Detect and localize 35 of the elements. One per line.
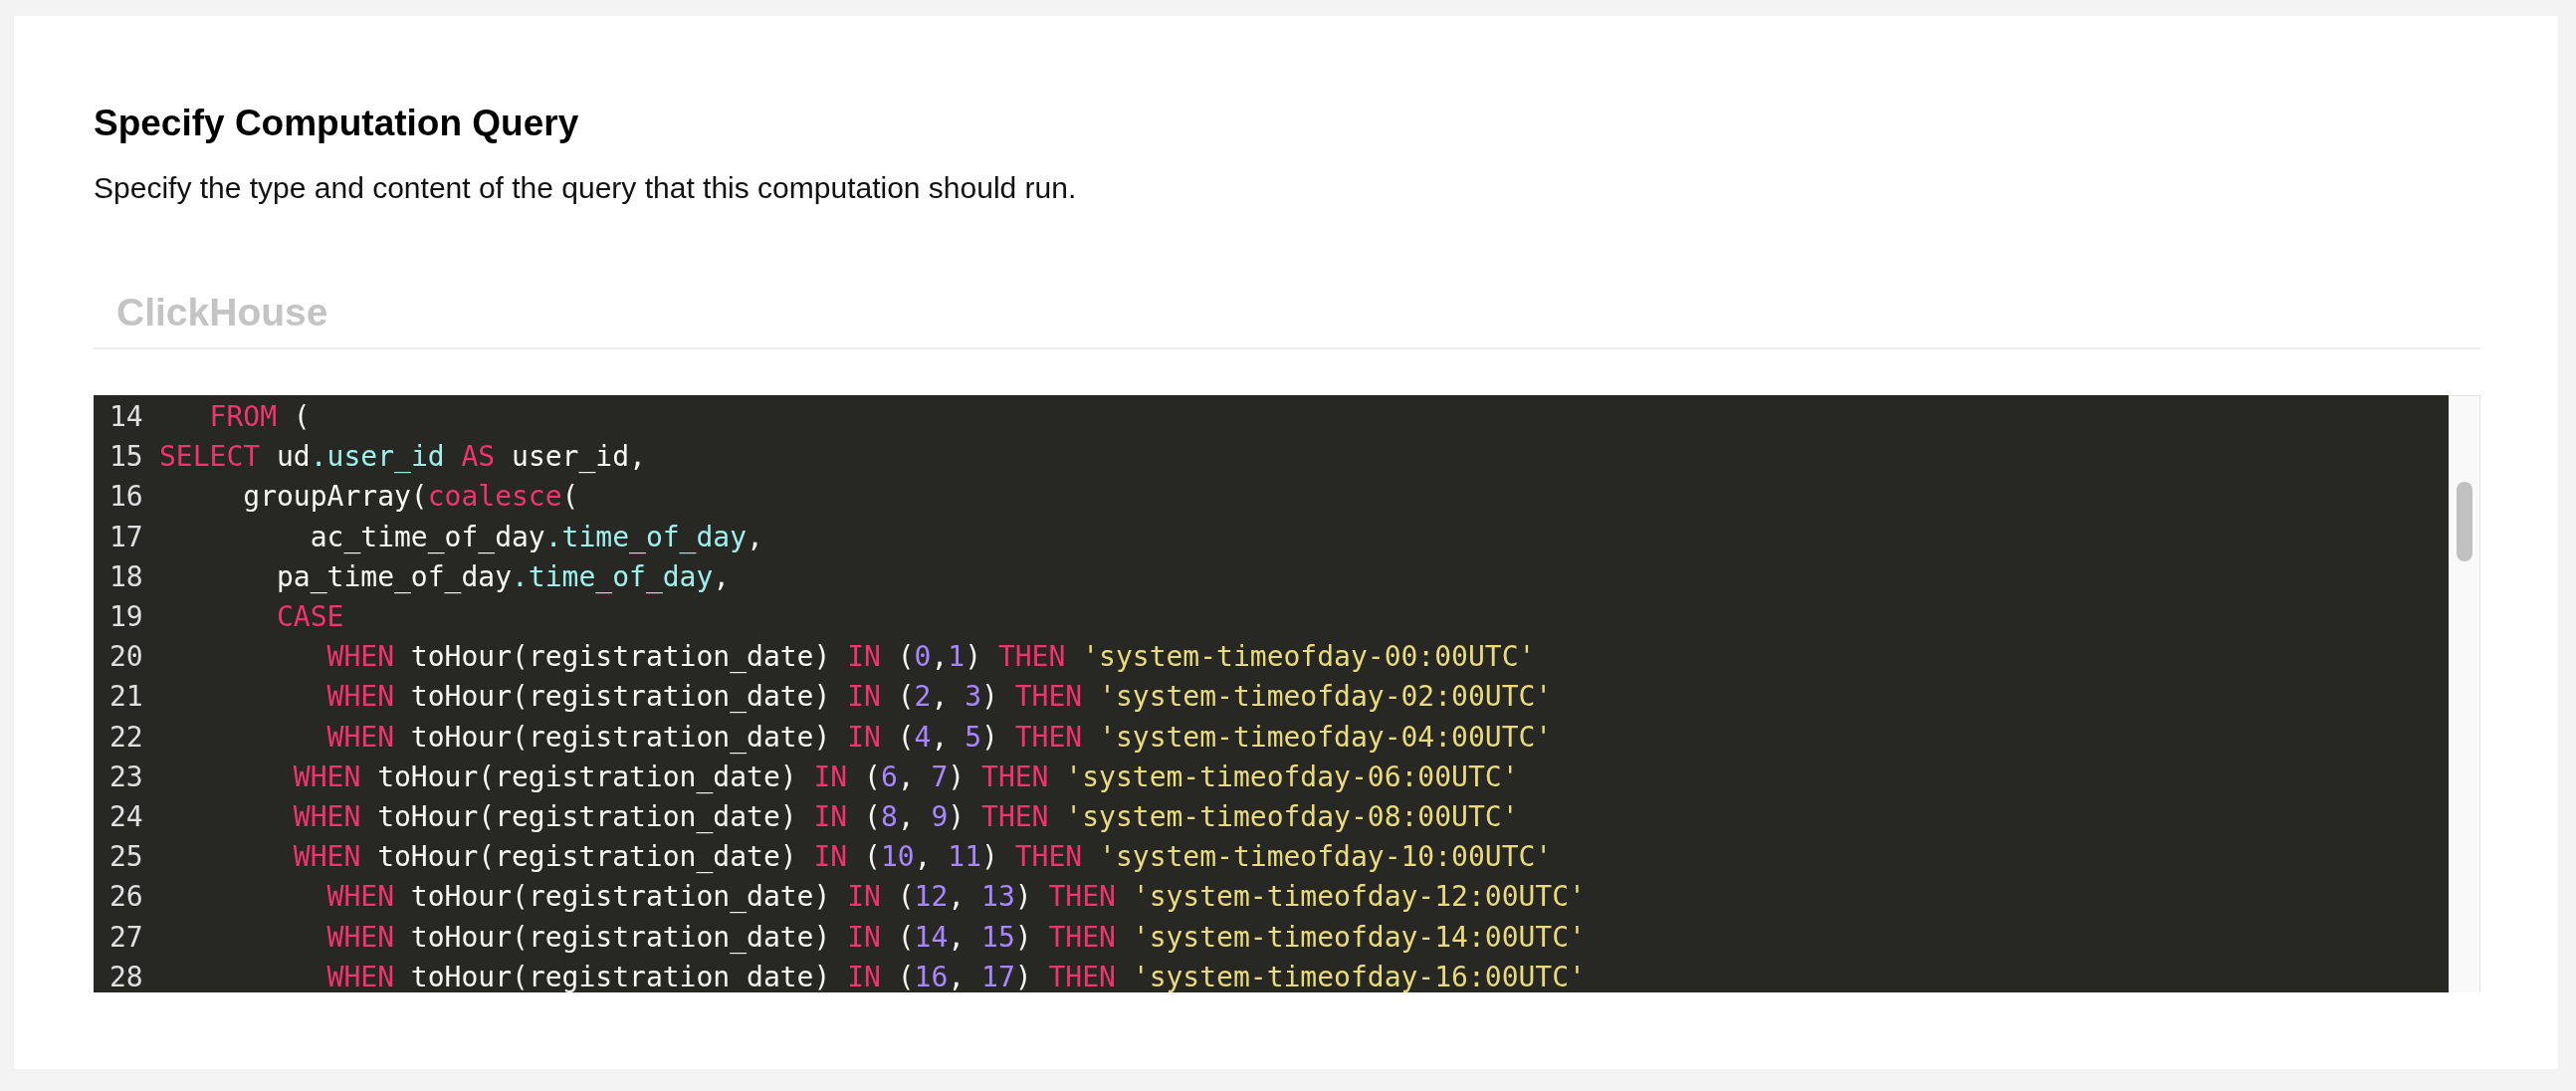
page-description: Specify the type and content of the query that this computation should run. [94,170,1077,206]
code-line: ac_time_of_day.time_of_day, [309,519,763,555]
line-number: 19 [108,599,144,635]
code-line: WHEN toHour(registration_date) IN (6, 7) THEN 'system-timeofday-06:00UTC' [292,759,1519,795]
code-line: WHEN toHour(registration_date) IN (12, 13) THEN 'system-timeofday-12:00UTC' [325,879,1586,916]
code-line: groupArray(coalesce( [242,479,579,516]
code-line: FROM ( [208,399,311,435]
tab[interactable]: ClickHouse [94,290,351,347]
code-line: pa_time_of_day.time_of_day, [276,558,731,595]
line-number: 26 [108,879,144,916]
code-line: WHEN toHour(registration_date) IN (4, 5) THEN 'system-timeofday-04:00UTC' [325,719,1553,756]
line-number: 28 [108,959,144,992]
line-number: 16 [108,479,144,516]
line-number: 23 [108,759,144,795]
line-number: 15 [108,439,144,476]
code-editor[interactable] [94,395,2449,992]
code-line: SELECT ud.user_id AS user_id, [159,439,646,476]
code-line: WHEN toHour(registration_date) IN (0,1) THEN 'system-timeofday-00:00UTC' [325,639,1536,676]
line-number: 22 [108,719,144,756]
scrollbar-thumb[interactable] [2456,482,2472,561]
code-line: WHEN toHour(registration_date) IN (16, 17) THEN 'system-timeofday-16:00UTC' [325,959,1586,992]
page-title: Specify Computation Query [94,102,579,145]
line-number: 25 [108,839,144,876]
line-number: 20 [108,639,144,676]
code-line: WHEN toHour(registration_date) IN (10, 11) THEN 'system-timeofday-10:00UTC' [292,839,1553,876]
line-number: 21 [108,679,144,716]
line-number: 17 [108,519,144,555]
code-line: WHEN toHour(registration_date) IN (14, 15) THEN 'system-timeofday-14:00UTC' [325,919,1586,956]
line-number: 14 [108,399,144,435]
line-number: 24 [108,799,144,836]
code-line: WHEN toHour(registration_date) IN (2, 3) THEN 'system-timeofday-02:00UTC' [325,679,1553,716]
line-number: 27 [108,919,144,956]
line-number: 18 [108,558,144,595]
code-line: WHEN toHour(registration_date) IN (8, 9) THEN 'system-timeofday-08:00UTC' [292,799,1519,836]
code-line: CASE [276,599,344,635]
